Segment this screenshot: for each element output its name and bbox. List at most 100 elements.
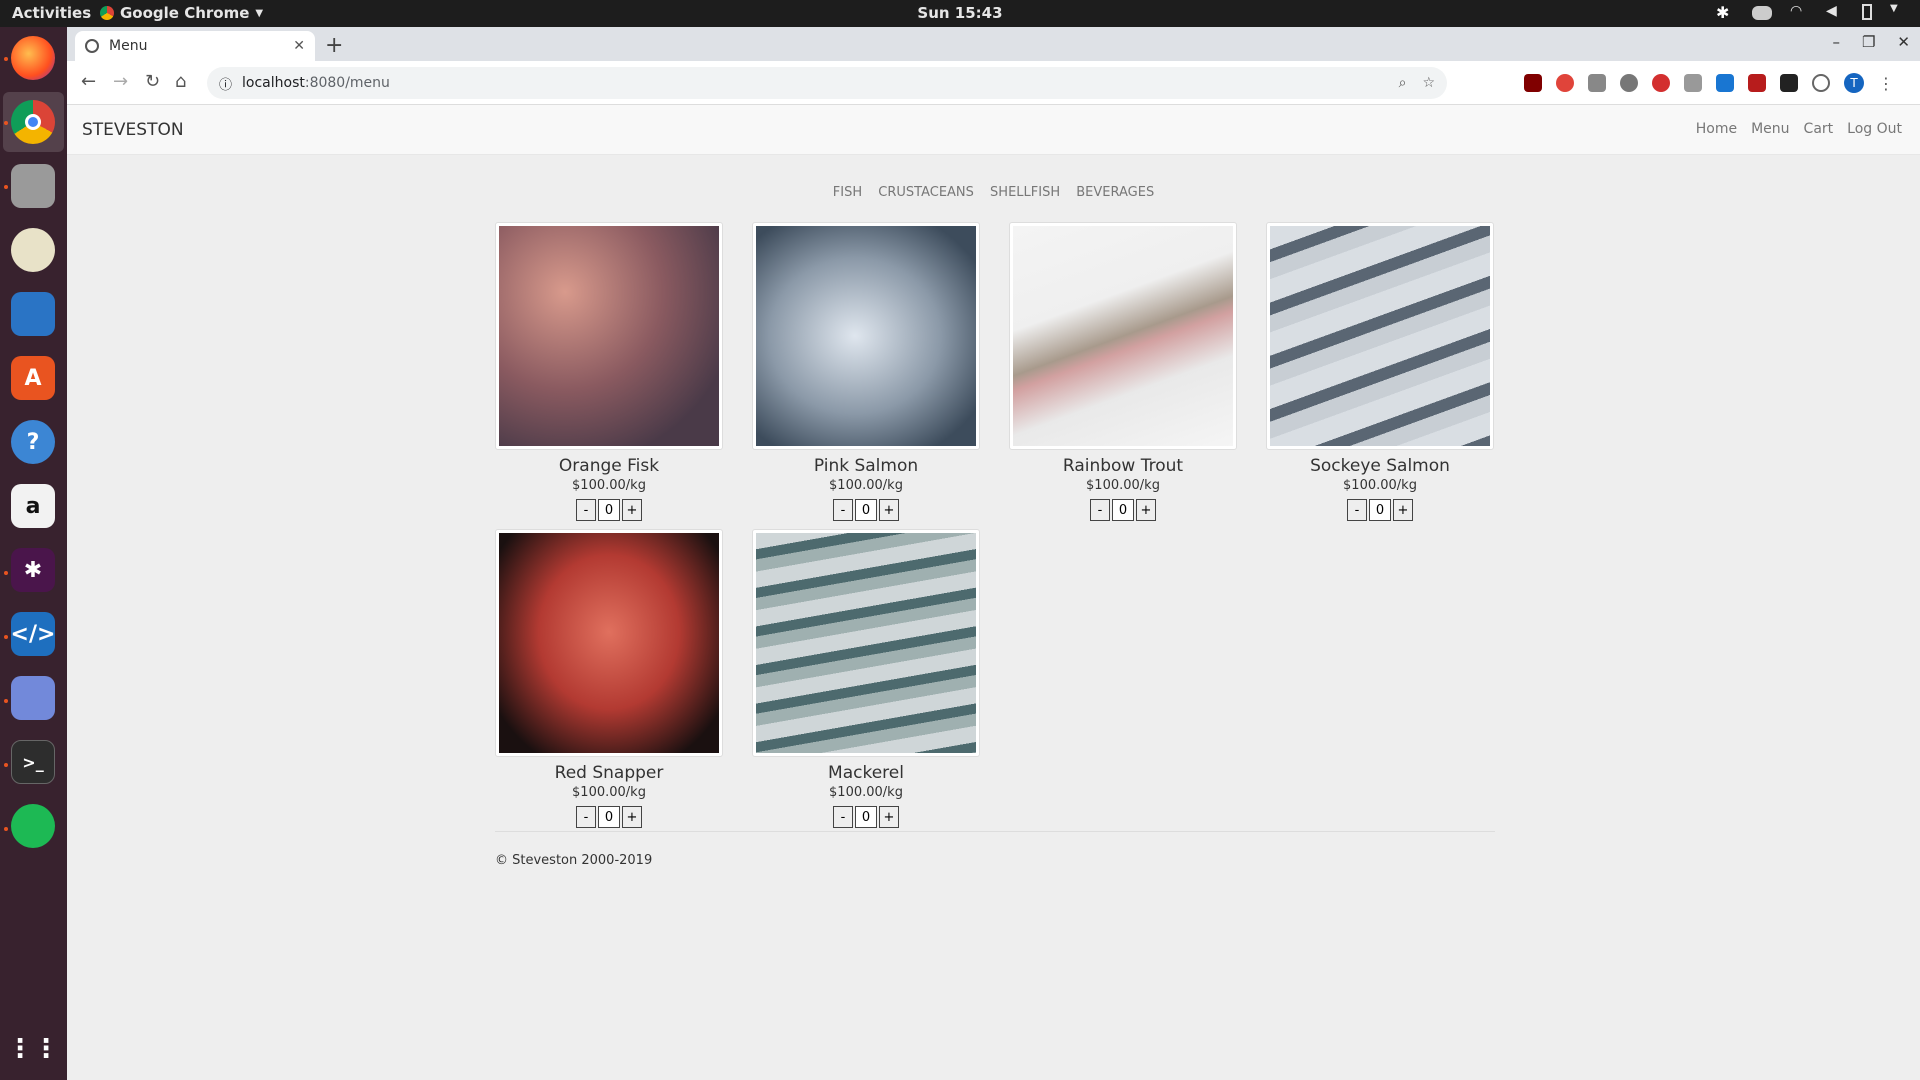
increase-button[interactable]: + [1393, 499, 1413, 521]
quantity-value[interactable]: 0 [855, 806, 877, 828]
extension-blue-icon[interactable] [1716, 74, 1734, 92]
window-controls: – ❐ ✕ [1832, 33, 1910, 51]
decrease-button[interactable]: - [1347, 499, 1367, 521]
category-shellfish[interactable]: SHELLFISH [990, 185, 1060, 200]
writer-icon[interactable] [11, 292, 55, 336]
decrease-button[interactable]: - [833, 806, 853, 828]
wifi-icon[interactable]: ◠ [1790, 3, 1808, 21]
system-top-bar: Activities Google Chrome ▼ Sun 15:43 ✱ ◠… [0, 0, 1920, 27]
category-beverages[interactable]: BEVERAGES [1076, 185, 1154, 200]
info-icon[interactable]: ⓘ [219, 74, 232, 93]
extension-shield-icon[interactable] [1748, 74, 1766, 92]
increase-button[interactable]: + [879, 499, 899, 521]
product-card: Pink Salmon $100.00/kg - 0 + [752, 222, 980, 521]
product-image-frame[interactable] [1009, 222, 1237, 450]
quantity-value[interactable]: 0 [598, 806, 620, 828]
site-brand[interactable]: STEVESTON [82, 120, 184, 140]
slack-tray-icon[interactable]: ✱ [1716, 3, 1734, 22]
product-image-frame[interactable] [1266, 222, 1494, 450]
back-icon[interactable]: ← [81, 71, 96, 92]
spotify-icon[interactable] [11, 804, 55, 848]
show-apps-icon[interactable]: ⋮⋮ [7, 1027, 59, 1071]
volume-icon[interactable]: ◀ [1826, 3, 1844, 21]
battery-icon[interactable] [1862, 4, 1872, 20]
product-image [499, 533, 719, 753]
profile-avatar[interactable]: T [1844, 73, 1864, 93]
help-icon[interactable]: ? [11, 420, 55, 464]
tab-menu[interactable]: Menu ✕ [75, 31, 315, 61]
home-icon[interactable]: ⌂ [175, 71, 186, 92]
bookmark-star-icon[interactable]: ☆ [1422, 75, 1435, 91]
increase-button[interactable]: + [622, 806, 642, 828]
zoom-icon[interactable]: ⌕ [1399, 75, 1407, 91]
product-image [1013, 226, 1233, 446]
extension-game-icon[interactable] [1780, 74, 1798, 92]
category-filters: FISH CRUSTACEANS SHELLFISH BEVERAGES [67, 185, 1920, 200]
increase-button[interactable]: + [1136, 499, 1156, 521]
discord-icon[interactable] [11, 676, 55, 720]
chevron-down-icon[interactable]: ▼ [1890, 3, 1908, 21]
firefox-icon[interactable] [11, 36, 55, 80]
product-image [756, 226, 976, 446]
extension-monitor-icon[interactable] [1588, 74, 1606, 92]
forward-icon[interactable]: → [113, 71, 128, 92]
quantity-value[interactable]: 0 [1112, 499, 1134, 521]
product-image-frame[interactable] [495, 529, 723, 757]
running-indicator [4, 763, 8, 767]
running-indicator [4, 121, 8, 125]
decrease-button[interactable]: - [576, 806, 596, 828]
amazon-icon[interactable]: a [11, 484, 55, 528]
slack-icon[interactable]: ✱ [11, 548, 55, 592]
reload-icon[interactable]: ↻ [145, 71, 160, 92]
ublock-icon[interactable] [1524, 74, 1542, 92]
quantity-stepper: - 0 + [1347, 499, 1413, 521]
product-card: Orange Fisk $100.00/kg - 0 + [495, 222, 723, 521]
clock[interactable]: Sun 15:43 [0, 4, 1920, 22]
extension-record-icon[interactable] [1652, 74, 1670, 92]
quantity-stepper: - 0 + [576, 806, 642, 828]
quantity-value[interactable]: 0 [1369, 499, 1391, 521]
close-window-icon[interactable]: ✕ [1897, 33, 1910, 51]
extension-pulse-icon[interactable] [1684, 74, 1702, 92]
decrease-button[interactable]: - [833, 499, 853, 521]
increase-button[interactable]: + [622, 499, 642, 521]
new-tab-button[interactable]: + [325, 33, 343, 58]
browser-toolbar: ← → ↻ ⌂ ⓘ localhost:8080/menu ⌕ ☆ T ⋮ [67, 61, 1920, 105]
terminal-icon[interactable]: >_ [11, 740, 55, 784]
extension-red-icon[interactable] [1556, 74, 1574, 92]
address-bar[interactable]: ⓘ localhost:8080/menu ⌕ ☆ [207, 67, 1447, 99]
quantity-value[interactable]: 0 [855, 499, 877, 521]
decrease-button[interactable]: - [576, 499, 596, 521]
vscode-icon[interactable]: </> [11, 612, 55, 656]
file-manager-icon[interactable] [11, 164, 55, 208]
nav-cart[interactable]: Cart [1804, 121, 1834, 137]
omnibox-actions: ⌕ ☆ [1399, 75, 1435, 91]
category-crustaceans[interactable]: CRUSTACEANS [878, 185, 974, 200]
more-menu-icon[interactable]: ⋮ [1878, 74, 1894, 93]
quantity-value[interactable]: 0 [598, 499, 620, 521]
product-name: Orange Fisk [558, 456, 660, 476]
chrome-icon[interactable] [11, 100, 55, 144]
product-image-frame[interactable] [495, 222, 723, 450]
close-icon[interactable]: ✕ [293, 38, 305, 54]
product-image-frame[interactable] [752, 222, 980, 450]
running-indicator [4, 827, 8, 831]
nav-menu[interactable]: Menu [1751, 121, 1789, 137]
nav-logout[interactable]: Log Out [1847, 121, 1902, 137]
product-price: $100.00/kg [829, 785, 903, 800]
quantity-stepper: - 0 + [1090, 499, 1156, 521]
software-center-icon[interactable]: A [11, 356, 55, 400]
site-nav-links: Home Menu Cart Log Out [1696, 121, 1902, 137]
increase-button[interactable]: + [879, 806, 899, 828]
extension-circle-icon[interactable] [1812, 74, 1830, 92]
minimize-icon[interactable]: – [1832, 33, 1840, 51]
extension-m-icon[interactable] [1620, 74, 1638, 92]
restore-icon[interactable]: ❐ [1862, 33, 1875, 51]
decrease-button[interactable]: - [1090, 499, 1110, 521]
rhythmbox-icon[interactable] [11, 228, 55, 272]
category-fish[interactable]: FISH [833, 185, 862, 200]
product-image-frame[interactable] [752, 529, 980, 757]
nav-home[interactable]: Home [1696, 121, 1737, 137]
dock: A ? a ✱ </> >_ ⋮⋮ [0, 27, 67, 1080]
discord-tray-icon[interactable] [1752, 6, 1772, 20]
